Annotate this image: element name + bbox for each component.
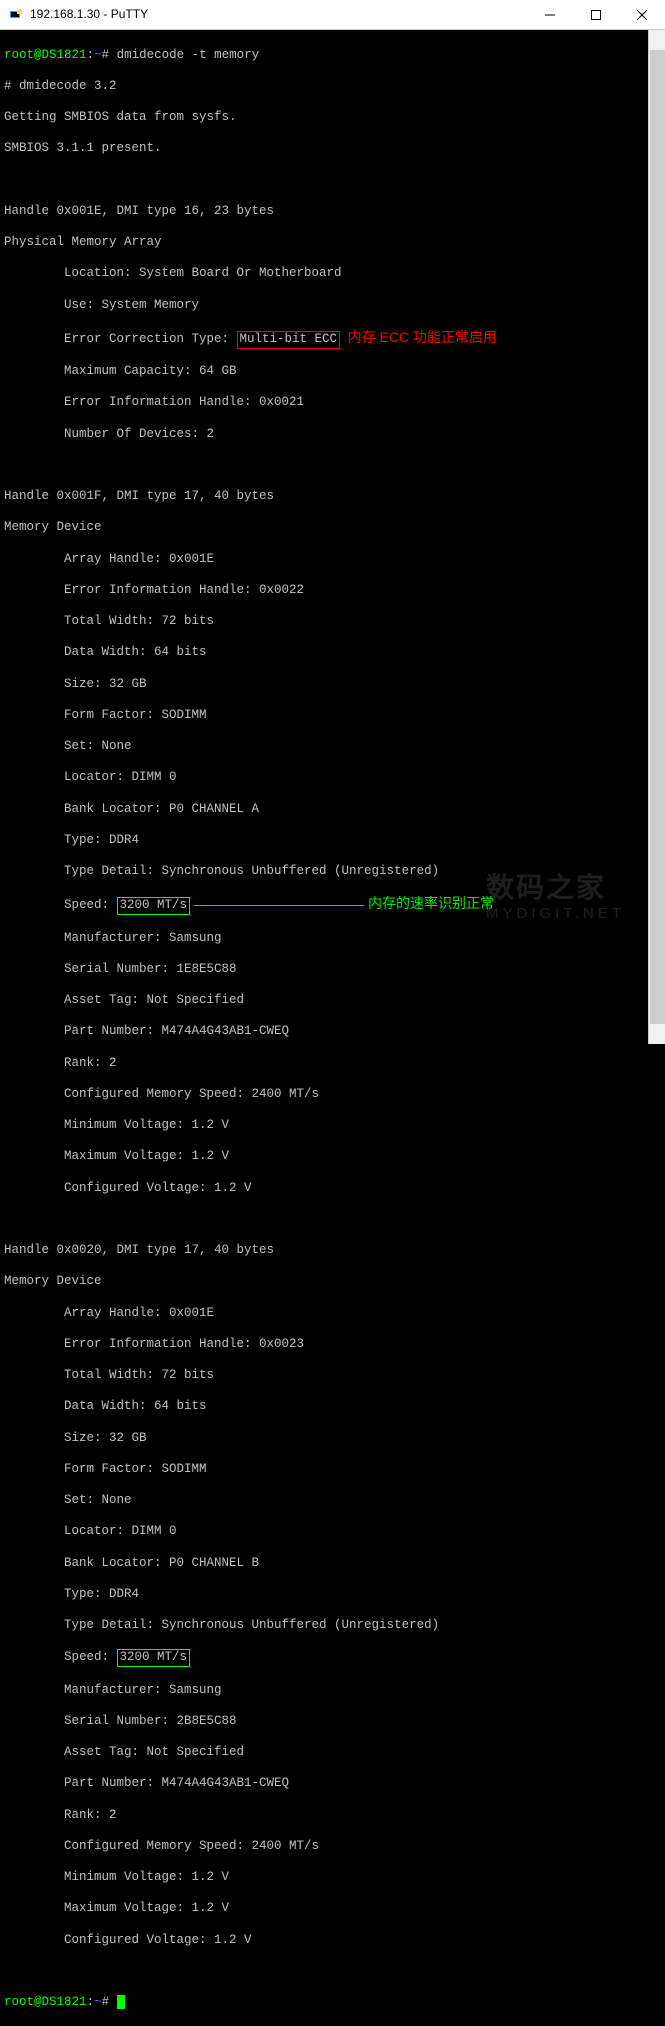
output-line: Location: System Board Or Motherboard bbox=[4, 266, 661, 282]
prompt-host: DS1821 bbox=[42, 48, 87, 62]
output-line: Total Width: 72 bits bbox=[4, 614, 661, 630]
output-line: Configured Memory Speed: 2400 MT/s bbox=[4, 1087, 661, 1103]
output-line: Asset Tag: Not Specified bbox=[4, 993, 661, 1009]
output-line: Part Number: M474A4G43AB1-CWEQ bbox=[4, 1024, 661, 1040]
output-line: Getting SMBIOS data from sysfs. bbox=[4, 110, 661, 126]
output-line: SMBIOS 3.1.1 present. bbox=[4, 141, 661, 157]
output-line: Type: DDR4 bbox=[4, 833, 661, 849]
output-line: Serial Number: 2B8E5C88 bbox=[4, 1714, 661, 1730]
terminal-area[interactable]: root@DS1821:~# dmidecode -t memory # dmi… bbox=[0, 30, 665, 1044]
output-line: Data Width: 64 bits bbox=[4, 645, 661, 661]
command-text: dmidecode -t memory bbox=[117, 48, 260, 62]
terminal-cursor bbox=[117, 1995, 125, 2009]
output-line: Maximum Voltage: 1.2 V bbox=[4, 1901, 661, 1917]
output-line: Configured Voltage: 1.2 V bbox=[4, 1181, 661, 1197]
output-line: Rank: 2 bbox=[4, 1056, 661, 1072]
output-line: Error Information Handle: 0x0021 bbox=[4, 395, 661, 411]
output-line: Configured Memory Speed: 2400 MT/s bbox=[4, 1839, 661, 1855]
speed-value-highlight: 3200 MT/s bbox=[117, 1649, 191, 1667]
output-line: Memory Device bbox=[4, 1274, 661, 1290]
ecc-value-highlight: Multi-bit ECC bbox=[237, 331, 341, 349]
output-line: Error Information Handle: 0x0022 bbox=[4, 583, 661, 599]
output-line: Type Detail: Synchronous Unbuffered (Unr… bbox=[4, 1618, 661, 1634]
minimize-button[interactable] bbox=[527, 0, 573, 29]
speed-annotation: 内存的速率识别正常 bbox=[368, 895, 494, 911]
output-line: Array Handle: 0x001E bbox=[4, 552, 661, 568]
speed-line: Speed: 3200 MT/s内存的速率识别正常 bbox=[4, 895, 661, 915]
output-line: Memory Device bbox=[4, 520, 661, 536]
output-line: Maximum Capacity: 64 GB bbox=[4, 364, 661, 380]
output-line: Type: DDR4 bbox=[4, 1587, 661, 1603]
scrollbar[interactable] bbox=[648, 30, 665, 1044]
close-button[interactable] bbox=[619, 0, 665, 29]
output-line: Locator: DIMM 0 bbox=[4, 770, 661, 786]
output-line: Minimum Voltage: 1.2 V bbox=[4, 1118, 661, 1134]
output-line: Configured Voltage: 1.2 V bbox=[4, 1933, 661, 1949]
prompt-line: root@DS1821:~# dmidecode -t memory bbox=[4, 48, 661, 64]
output-line: Bank Locator: P0 CHANNEL A bbox=[4, 802, 661, 818]
prompt-path: ~ bbox=[94, 48, 102, 62]
window-controls bbox=[527, 0, 665, 29]
speed-value-highlight: 3200 MT/s bbox=[117, 897, 191, 915]
output-line: Asset Tag: Not Specified bbox=[4, 1745, 661, 1761]
putty-icon bbox=[8, 7, 24, 23]
ecc-line: Error Correction Type: Multi-bit ECC 内存 … bbox=[4, 329, 661, 349]
output-line: Bank Locator: P0 CHANNEL B bbox=[4, 1556, 661, 1572]
output-line: Minimum Voltage: 1.2 V bbox=[4, 1870, 661, 1886]
output-line: Set: None bbox=[4, 739, 661, 755]
output-line: Number Of Devices: 2 bbox=[4, 427, 661, 443]
maximize-button[interactable] bbox=[573, 0, 619, 29]
output-line: Physical Memory Array bbox=[4, 235, 661, 251]
output-line: Size: 32 GB bbox=[4, 677, 661, 693]
window-titlebar: 192.168.1.30 - PuTTY bbox=[0, 0, 665, 30]
output-line: Rank: 2 bbox=[4, 1808, 661, 1824]
output-line: Part Number: M474A4G43AB1-CWEQ bbox=[4, 1776, 661, 1792]
output-line: Locator: DIMM 0 bbox=[4, 1524, 661, 1540]
output-line: Error Information Handle: 0x0023 bbox=[4, 1337, 661, 1353]
output-line: Set: None bbox=[4, 1493, 661, 1509]
prompt-user: root bbox=[4, 48, 34, 62]
ecc-annotation: 内存 ECC 功能正常启用 bbox=[348, 329, 497, 345]
scrollbar-thumb[interactable] bbox=[650, 50, 665, 1024]
output-line: Total Width: 72 bits bbox=[4, 1368, 661, 1384]
output-line: Form Factor: SODIMM bbox=[4, 708, 661, 724]
output-line: Maximum Voltage: 1.2 V bbox=[4, 1149, 661, 1165]
output-line: Handle 0x0020, DMI type 17, 40 bytes bbox=[4, 1243, 661, 1259]
output-line: Use: System Memory bbox=[4, 298, 661, 314]
output-line: Manufacturer: Samsung bbox=[4, 1683, 661, 1699]
output-line: Array Handle: 0x001E bbox=[4, 1306, 661, 1322]
window-title: 192.168.1.30 - PuTTY bbox=[30, 7, 527, 22]
output-line: # dmidecode 3.2 bbox=[4, 79, 661, 95]
output-line: Handle 0x001F, DMI type 17, 40 bytes bbox=[4, 489, 661, 505]
output-line: Type Detail: Synchronous Unbuffered (Unr… bbox=[4, 864, 661, 880]
output-line: Size: 32 GB bbox=[4, 1431, 661, 1447]
output-line: Form Factor: SODIMM bbox=[4, 1462, 661, 1478]
output-line: Handle 0x001E, DMI type 16, 23 bytes bbox=[4, 204, 661, 220]
speed-line: Speed: 3200 MT/s bbox=[4, 1649, 661, 1667]
output-line: Data Width: 64 bits bbox=[4, 1399, 661, 1415]
prompt-line: root@DS1821:~# bbox=[4, 1995, 661, 2011]
annotation-connector bbox=[194, 905, 364, 906]
output-line: Manufacturer: Samsung bbox=[4, 931, 661, 947]
output-line: Serial Number: 1E8E5C88 bbox=[4, 962, 661, 978]
